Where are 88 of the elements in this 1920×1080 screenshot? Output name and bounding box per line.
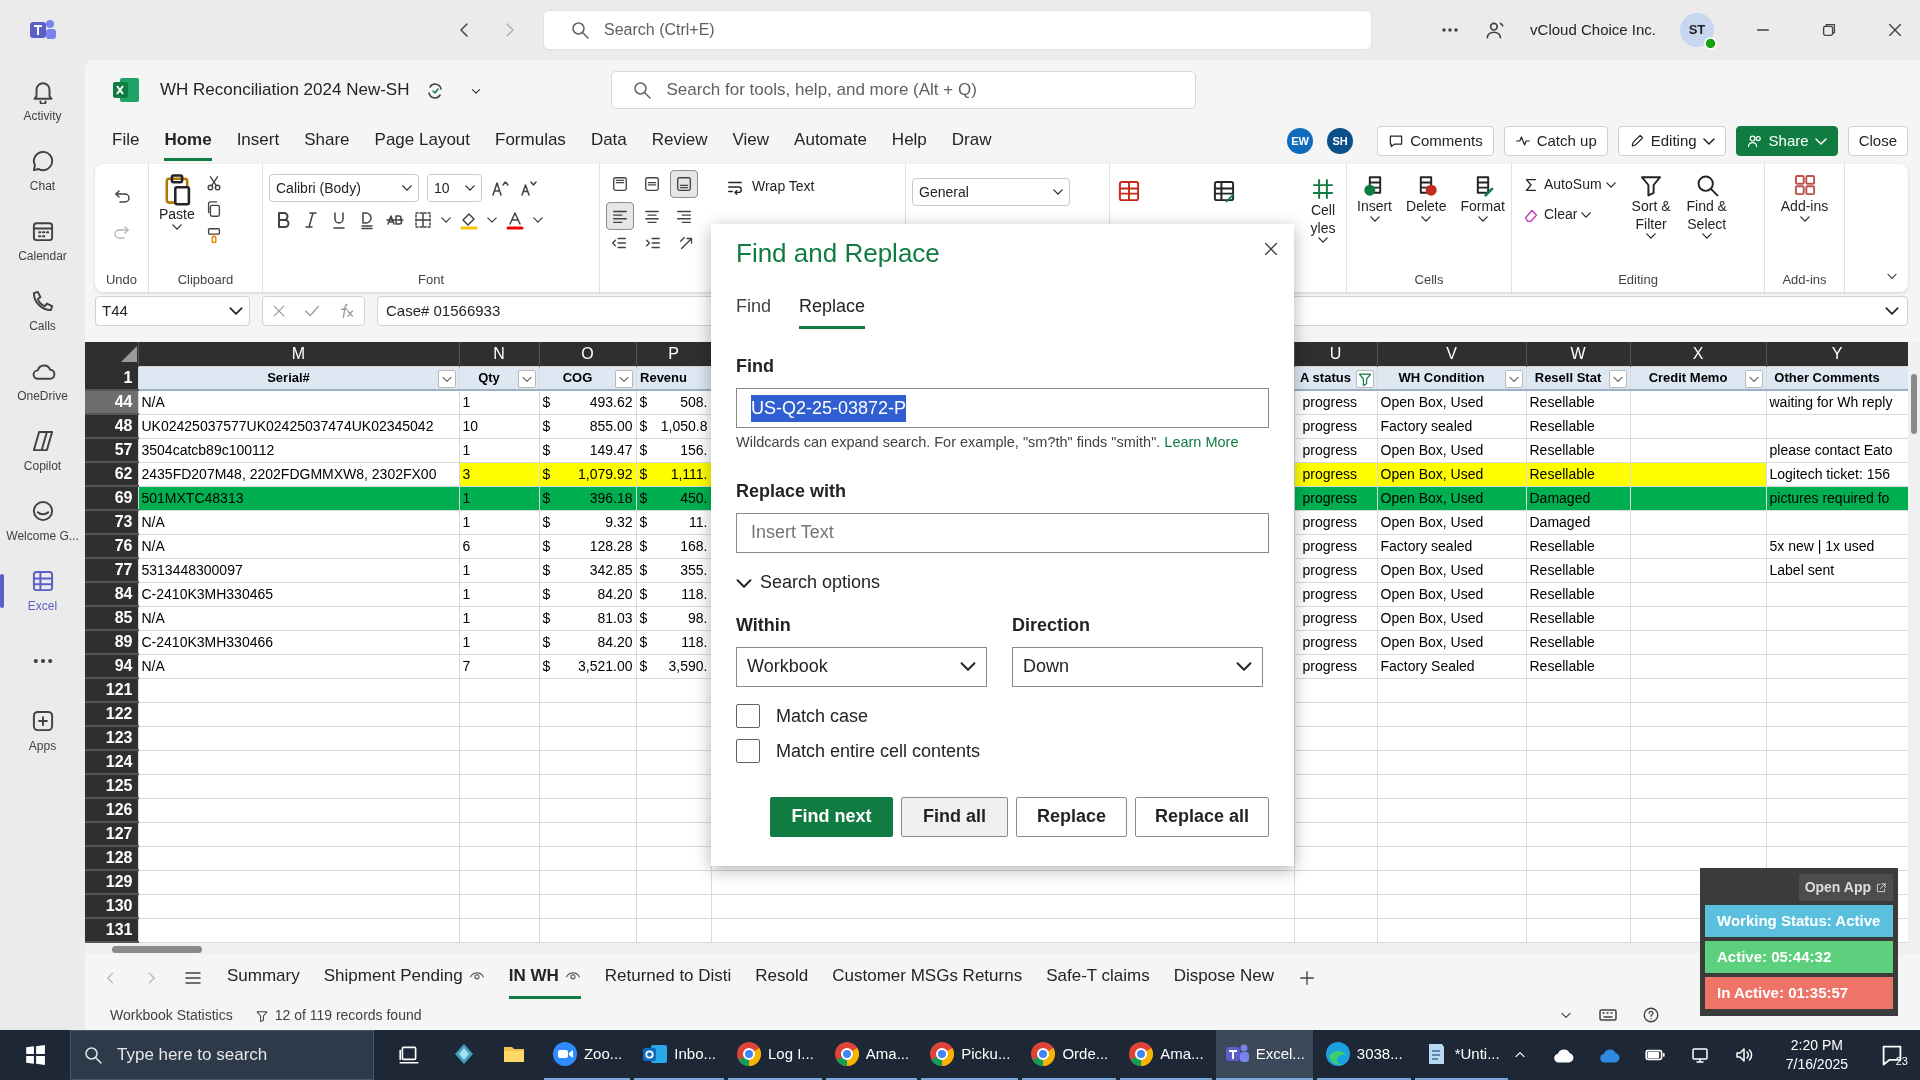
table-cell: Factory sealed [1377,534,1526,558]
table-cell: N/A [138,510,459,534]
table-cell: pictures required fo [1766,486,1908,510]
status-text: 12 of 119 records found [274,1005,422,1025]
table-cell: Open Box, Used [1377,438,1526,462]
table-cell: $ 84.20 [539,630,636,654]
table-cell: N/A [138,534,459,558]
table-cell: 1 [459,582,539,606]
table-cell: Open Box, Used [1377,510,1526,534]
table-cell: 6 [459,534,539,558]
table-cell: $ 493.62 [539,390,636,414]
column-title: Resell Stat [1534,369,1602,385]
table-cell: 1 [459,606,539,630]
table-cell: 1 [459,438,539,462]
table-cell: Resellable [1526,462,1630,486]
status-bar: Working Status: Active [1705,905,1893,937]
table-cell: C-2410K3MH330465 [138,582,459,606]
table-cell: Open Box, Used [1377,606,1526,630]
table-cell: N/A [138,606,459,630]
column-title: COG [562,369,593,385]
table-cell: Open Box, Used [1377,582,1526,606]
table-cell: Open Box, Used [1377,486,1526,510]
column-title: WH Condition [1398,369,1485,385]
group-label: Editing [1617,271,1659,289]
table-cell: UK02425037577UK02425037474UK02345042 [138,414,459,438]
table-cell: 2435FD207M48, 2202FDGMMXW8, 2302FX00 [138,462,459,486]
table-cell: Resellable [1526,534,1630,558]
hint-text: Wildcards can expand search. For example, "sm?th" finds "smith". [736,433,1161,452]
status-bar: Active: 05:44:32 [1705,941,1893,973]
table-cell: $ 342.85 [539,558,636,582]
table-cell: Resellable [1526,438,1630,462]
table-cell: Open Box, Used [1377,462,1526,486]
table-cell: Factory sealed [1377,414,1526,438]
table-cell: Damaged [1526,486,1630,510]
table-cell: Resellable [1526,606,1630,630]
table-cell: $ 855.00 [539,414,636,438]
group-label: Font [417,271,445,289]
column-title: A status [1300,369,1351,385]
table-cell: Resellable [1526,390,1630,414]
file-title: WH Reconciliation 2024 New-SH [160,79,410,102]
table-cell: N/A [138,390,459,414]
column-title: Serial# [267,369,310,385]
table-cell: 5313448300097 [138,558,459,582]
dialog-title: Find and Replace [736,237,941,270]
table-cell: 7 [459,654,539,678]
table-cell: Resellable [1526,654,1630,678]
field-label: Replace with [736,479,848,503]
table-cell: C-2410K3MH330466 [138,630,459,654]
table-cell: Resellable [1526,582,1630,606]
table-cell: $ 128.28 [539,534,636,558]
organization-name: vCloud Choice Inc. [1530,19,1656,40]
column-title: Qty [478,369,500,385]
table-cell: $ 149.47 [539,438,636,462]
column-title: Revenu [640,369,687,385]
column-title: Credit Memo [1648,369,1728,385]
table-cell: 1 [459,630,539,654]
status-bar: In Active: 01:35:57 [1705,977,1893,1009]
table-cell: $ 9.32 [539,510,636,534]
table-cell: Resellable [1526,558,1630,582]
checkbox-label: Match entire cell contents [776,739,981,763]
table-cell: 10 [459,414,539,438]
group-label: Add-ins [1781,271,1828,289]
table-cell: Factory Sealed [1377,654,1526,678]
table-cell: 3504catcb89c100112 [138,438,459,462]
column-title: Other Comments [1774,369,1880,385]
table-cell: $ 84.20 [539,582,636,606]
group-label: Clipboard [176,271,235,289]
table-cell: Open Box, Used [1377,390,1526,414]
group-label: Cells [1413,271,1445,289]
field-label: Within [736,613,792,637]
table-cell: $ 1,079.92 [539,462,636,486]
group-label: Undo [104,271,139,289]
field-label: Direction [1012,613,1091,637]
table-cell: $ 81.03 [539,606,636,630]
table-cell: Resellable [1526,630,1630,654]
table-cell: $ 396.18 [539,486,636,510]
table-cell: 501MXTC48313 [138,486,459,510]
table-cell: 1 [459,510,539,534]
table-cell: Open Box, Used [1377,558,1526,582]
table-cell: N/A [138,654,459,678]
table-cell: Resellable [1526,414,1630,438]
checkbox-label: Match case [776,704,869,728]
table-cell: $ 3,521.00 [539,654,636,678]
field-label: Find [736,355,775,378]
table-cell: 1 [459,390,539,414]
table-cell: Damaged [1526,510,1630,534]
table-cell: 1 [459,558,539,582]
table-cell: Open Box, Used [1377,630,1526,654]
